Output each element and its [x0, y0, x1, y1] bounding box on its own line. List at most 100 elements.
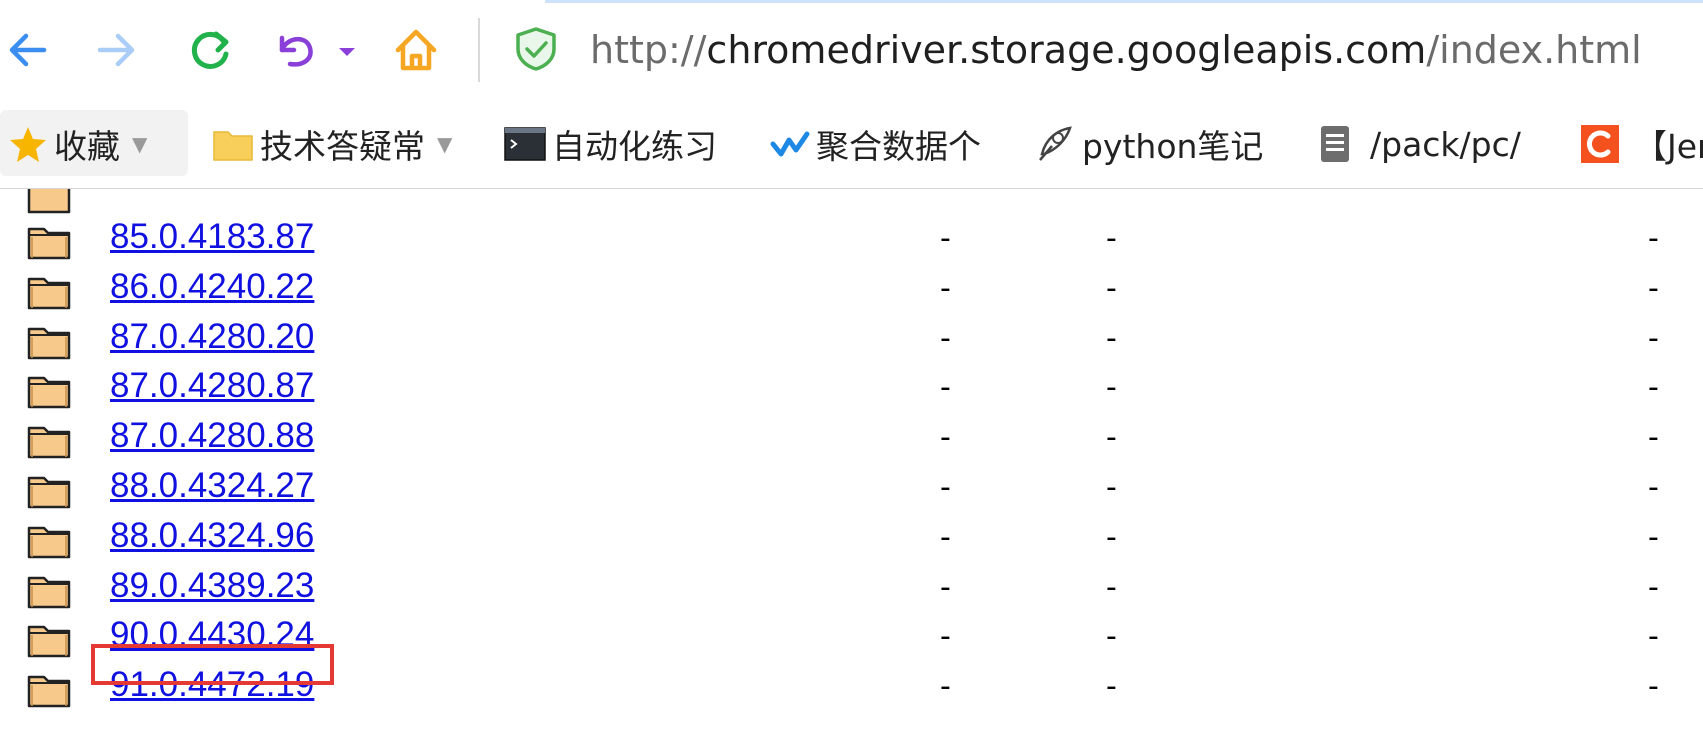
security-shield-icon[interactable]: [512, 25, 560, 73]
quill-icon: [1039, 126, 1072, 161]
size-cell: -: [1106, 619, 1117, 655]
version-link[interactable]: 88.0.4324.27: [110, 466, 314, 506]
arrow-left-icon: [9, 33, 47, 67]
size-cell: -: [1106, 320, 1117, 356]
size-cell: -: [1106, 470, 1117, 505]
version-link[interactable]: 85.0.4183.87: [110, 217, 314, 257]
folder-icon: [26, 522, 72, 560]
folder-icon: [26, 472, 72, 510]
version-link[interactable]: 86.0.4240.22: [110, 267, 314, 307]
bookmark-csdn-jen[interactable]: 【Jen: [1580, 112, 1703, 176]
folder-icon: [26, 372, 72, 410]
url-host: chromedriver.storage.googleapis.com: [706, 28, 1427, 72]
version-link[interactable]: 90.0.4430.24: [110, 615, 314, 655]
folder-icon: [26, 422, 72, 460]
folder-icon: [26, 671, 72, 709]
list-item: 87.0.4280.88 - - -: [0, 412, 1703, 466]
address-bar[interactable]: http://chromedriver.storage.googleapis.c…: [590, 24, 1642, 76]
last-modified-cell: -: [940, 420, 951, 456]
toolbar-separator: [478, 18, 480, 82]
version-link[interactable]: 87.0.4280.87: [110, 366, 314, 406]
etag-cell: -: [1648, 470, 1659, 505]
folder-icon: [26, 572, 72, 610]
reload-button[interactable]: [180, 20, 240, 80]
etag-cell: -: [1648, 420, 1659, 456]
list-item: 87.0.4280.87 - - -: [0, 362, 1703, 416]
size-cell: -: [1106, 669, 1117, 705]
caret-down-icon: [339, 48, 355, 56]
undo-close-tab-button[interactable]: [268, 20, 328, 80]
bookmark-juhe-data[interactable]: 聚合数据个: [770, 112, 981, 176]
bookmark-python-notes[interactable]: python笔记: [1036, 112, 1263, 176]
url-path: /index.html: [1426, 28, 1642, 72]
etag-cell: -: [1648, 270, 1659, 306]
folder-icon: [26, 223, 72, 261]
size-cell: -: [1106, 420, 1117, 456]
chevron-down-icon: ▼: [437, 132, 453, 156]
chevron-down-icon: ▼: [132, 132, 148, 156]
toolbar-accent-line: [545, 0, 1703, 3]
list-item: 91.0.4472.19 - - -: [0, 661, 1703, 715]
etag-cell: -: [1648, 519, 1659, 555]
folder-icon: [26, 273, 72, 311]
etag-cell: -: [1648, 619, 1659, 655]
document-icon: [1321, 126, 1349, 162]
size-cell: -: [1106, 221, 1117, 256]
etag-cell: -: [1648, 569, 1659, 605]
size-cell: -: [1106, 370, 1117, 406]
last-modified-cell: -: [940, 320, 951, 356]
version-link[interactable]: 89.0.4389.23: [110, 566, 314, 606]
size-cell: -: [1106, 270, 1117, 306]
last-modified-cell: -: [940, 270, 951, 306]
bookmark-automation[interactable]: 自动化练习: [504, 112, 717, 176]
terminal-icon: [504, 127, 546, 161]
last-modified-cell: -: [940, 221, 951, 256]
browser-toolbar: http://chromedriver.storage.googleapis.c…: [0, 0, 1703, 100]
folder-icon: [26, 189, 72, 215]
etag-cell: -: [1648, 669, 1659, 705]
size-cell: -: [1106, 569, 1117, 605]
folder-icon: [26, 621, 72, 659]
back-button[interactable]: [0, 20, 60, 80]
list-item: 88.0.4324.96 - - -: [0, 512, 1703, 566]
bookmark-label: 技术答疑常: [260, 127, 425, 166]
bookmark-label: python笔记: [1082, 127, 1264, 166]
last-modified-cell: -: [940, 470, 951, 505]
size-cell: -: [1106, 519, 1117, 555]
directory-listing: 85.0.4183.87 - - - 86.0.4240.22 - - - 87…: [0, 189, 1703, 755]
reload-icon: [191, 31, 229, 69]
url-scheme: http://: [590, 28, 707, 72]
last-modified-cell: -: [940, 569, 951, 605]
star-icon: [10, 127, 46, 162]
bookmark-label: 收藏: [54, 127, 120, 166]
bookmark-pack-pc[interactable]: /pack/pc/: [1318, 112, 1521, 176]
home-icon: [395, 29, 437, 71]
checkmark-wave-icon: [770, 131, 810, 157]
last-modified-cell: -: [940, 519, 951, 555]
arrow-right-icon: [97, 33, 135, 67]
list-item: 89.0.4389.23 - - -: [0, 562, 1703, 616]
last-modified-cell: -: [940, 669, 951, 705]
csdn-icon: [1581, 125, 1619, 163]
undo-dropdown-button[interactable]: [333, 20, 361, 80]
last-modified-cell: -: [940, 370, 951, 406]
etag-cell: -: [1648, 221, 1659, 256]
list-item: 87.0.4280.20 - - -: [0, 313, 1703, 367]
bookmark-label: 自动化练习: [552, 127, 717, 166]
version-link[interactable]: 91.0.4472.19: [110, 665, 314, 705]
folder-icon: [213, 131, 253, 161]
forward-button[interactable]: [86, 20, 146, 80]
bookmark-folder-tech[interactable]: 技术答疑常 ▼: [212, 112, 452, 176]
undo-icon: [279, 35, 313, 67]
bookmarks-bar: 收藏 ▼ 技术答疑常 ▼ 自动化练习 聚合数据个 python笔记 /pack/…: [0, 100, 1703, 189]
folder-icon: [26, 323, 72, 361]
list-item: 90.0.4430.24 - - -: [0, 611, 1703, 665]
version-link[interactable]: 87.0.4280.88: [110, 416, 314, 456]
bookmark-label: 聚合数据个: [816, 127, 981, 166]
bookmark-label: /pack/pc/: [1370, 124, 1521, 164]
home-button[interactable]: [386, 20, 446, 80]
bookmark-favorites[interactable]: 收藏 ▼: [8, 112, 147, 176]
version-link[interactable]: 87.0.4280.20: [110, 317, 314, 357]
version-link[interactable]: 88.0.4324.96: [110, 516, 314, 556]
list-item: 88.0.4324.27 - - -: [0, 462, 1703, 516]
